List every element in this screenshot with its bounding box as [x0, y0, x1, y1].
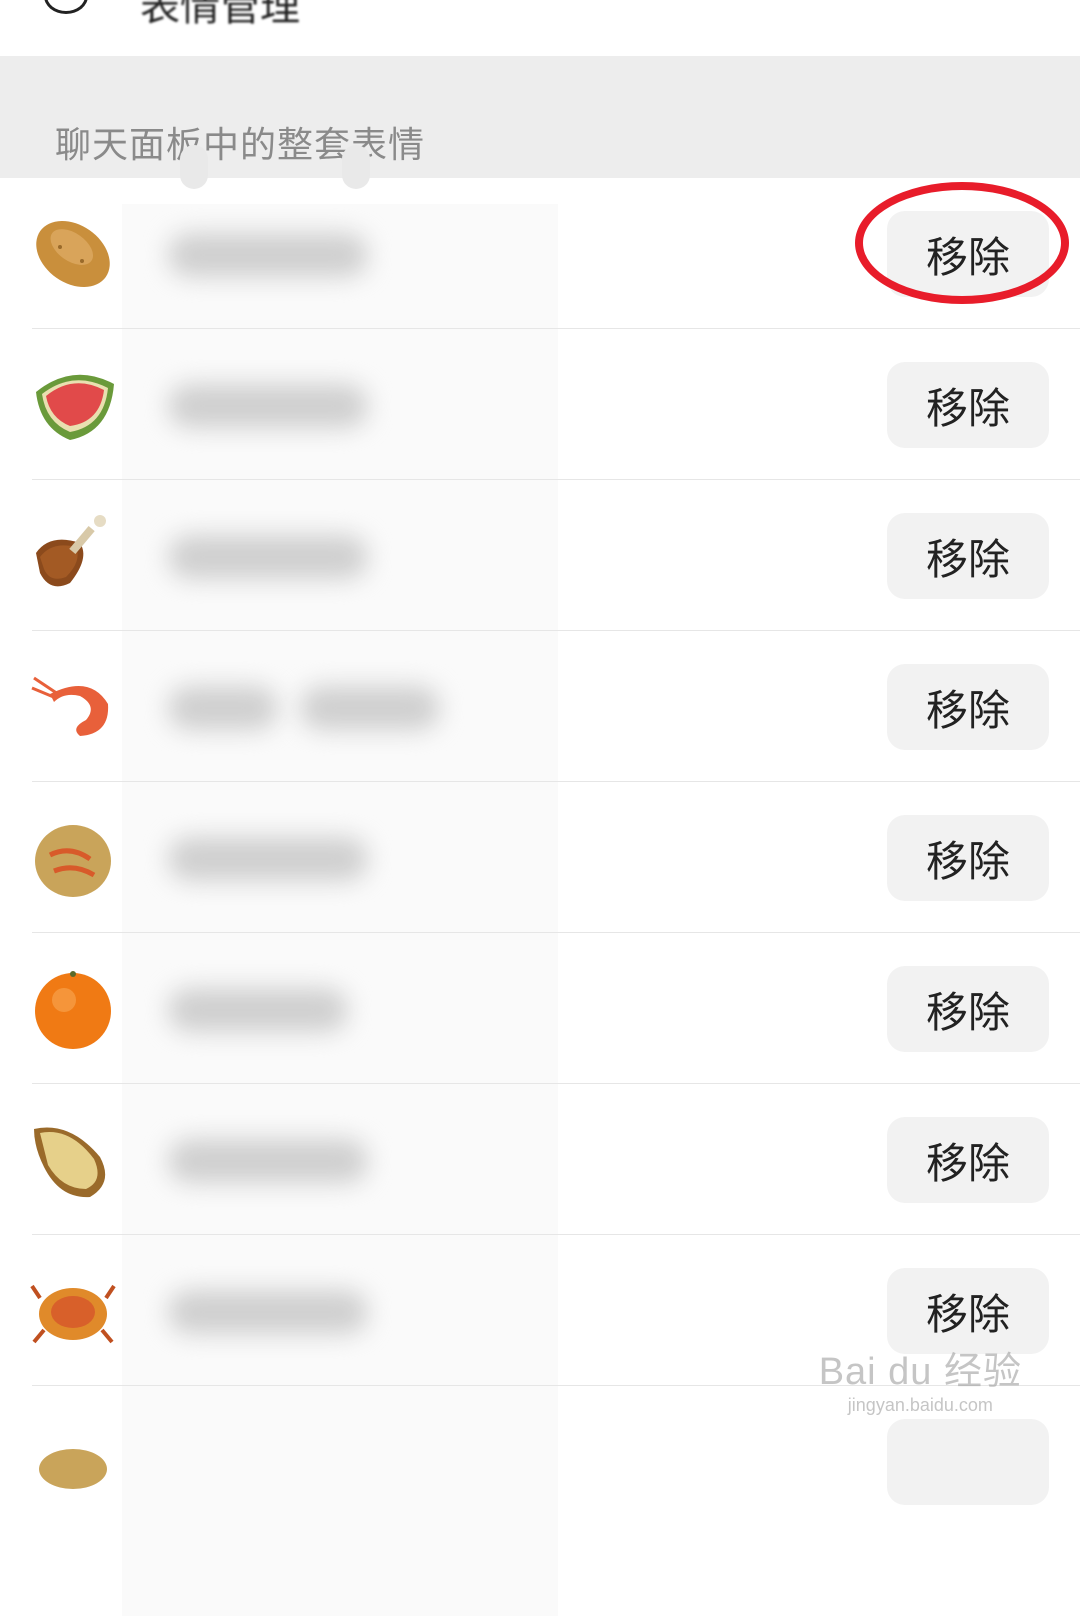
drumstick-sticker-icon [36, 515, 106, 587]
pancake-sticker-icon [35, 825, 111, 897]
blurred-name [168, 988, 348, 1032]
list-item: 移除 [0, 329, 1080, 480]
list-item: 移除 [0, 631, 1080, 782]
remove-button[interactable]: 移除 [887, 211, 1049, 297]
watermelon-sticker-icon [36, 374, 114, 440]
list-item: 移除 [0, 178, 1080, 329]
list-item: 移除 [0, 480, 1080, 631]
remove-button[interactable]: 移除 [887, 513, 1049, 599]
page-title: 表情管理 [140, 0, 300, 30]
remove-button[interactable]: 移除 [887, 664, 1049, 750]
shrimp-sticker-icon [31, 676, 109, 736]
list-item: 移除 [0, 1084, 1080, 1235]
back-icon[interactable] [44, 0, 88, 14]
blurred-name [168, 233, 368, 277]
watermark-brand: Bai du 经验 [818, 1351, 1022, 1393]
lemon-sticker-icon [34, 1127, 106, 1198]
blurred-name [168, 837, 368, 881]
blurred-name [168, 535, 368, 579]
potato-sticker-icon [36, 220, 110, 288]
sticker-list: 移除 移除 移除 移除 移除 移除 移除 移除 [0, 178, 1080, 1616]
remove-button[interactable]: 移除 [887, 1117, 1049, 1203]
blurred-name [168, 1290, 368, 1334]
blurred-name [300, 686, 440, 730]
top-bar: 表情管理 [0, 0, 1080, 56]
blurred-name [168, 384, 368, 428]
blurred-name [168, 686, 278, 730]
remove-button[interactable] [887, 1419, 1049, 1505]
watermark: Bai du 经验 jingyan.baidu.com [819, 1340, 1022, 1416]
watermark-url: jingyan.baidu.com [847, 1395, 993, 1415]
list-item: 移除 [0, 933, 1080, 1084]
section-header: 聊天面板中的整套表情 [0, 56, 1080, 178]
remove-button[interactable]: 移除 [887, 815, 1049, 901]
remove-button[interactable]: 移除 [887, 362, 1049, 448]
orange-sticker-icon [35, 971, 111, 1049]
list-item: 移除 [0, 782, 1080, 933]
food-sticker-icon [39, 1449, 107, 1489]
crab-sticker-icon [30, 1284, 116, 1344]
remove-button[interactable]: 移除 [887, 966, 1049, 1052]
blurred-name [168, 1139, 368, 1183]
